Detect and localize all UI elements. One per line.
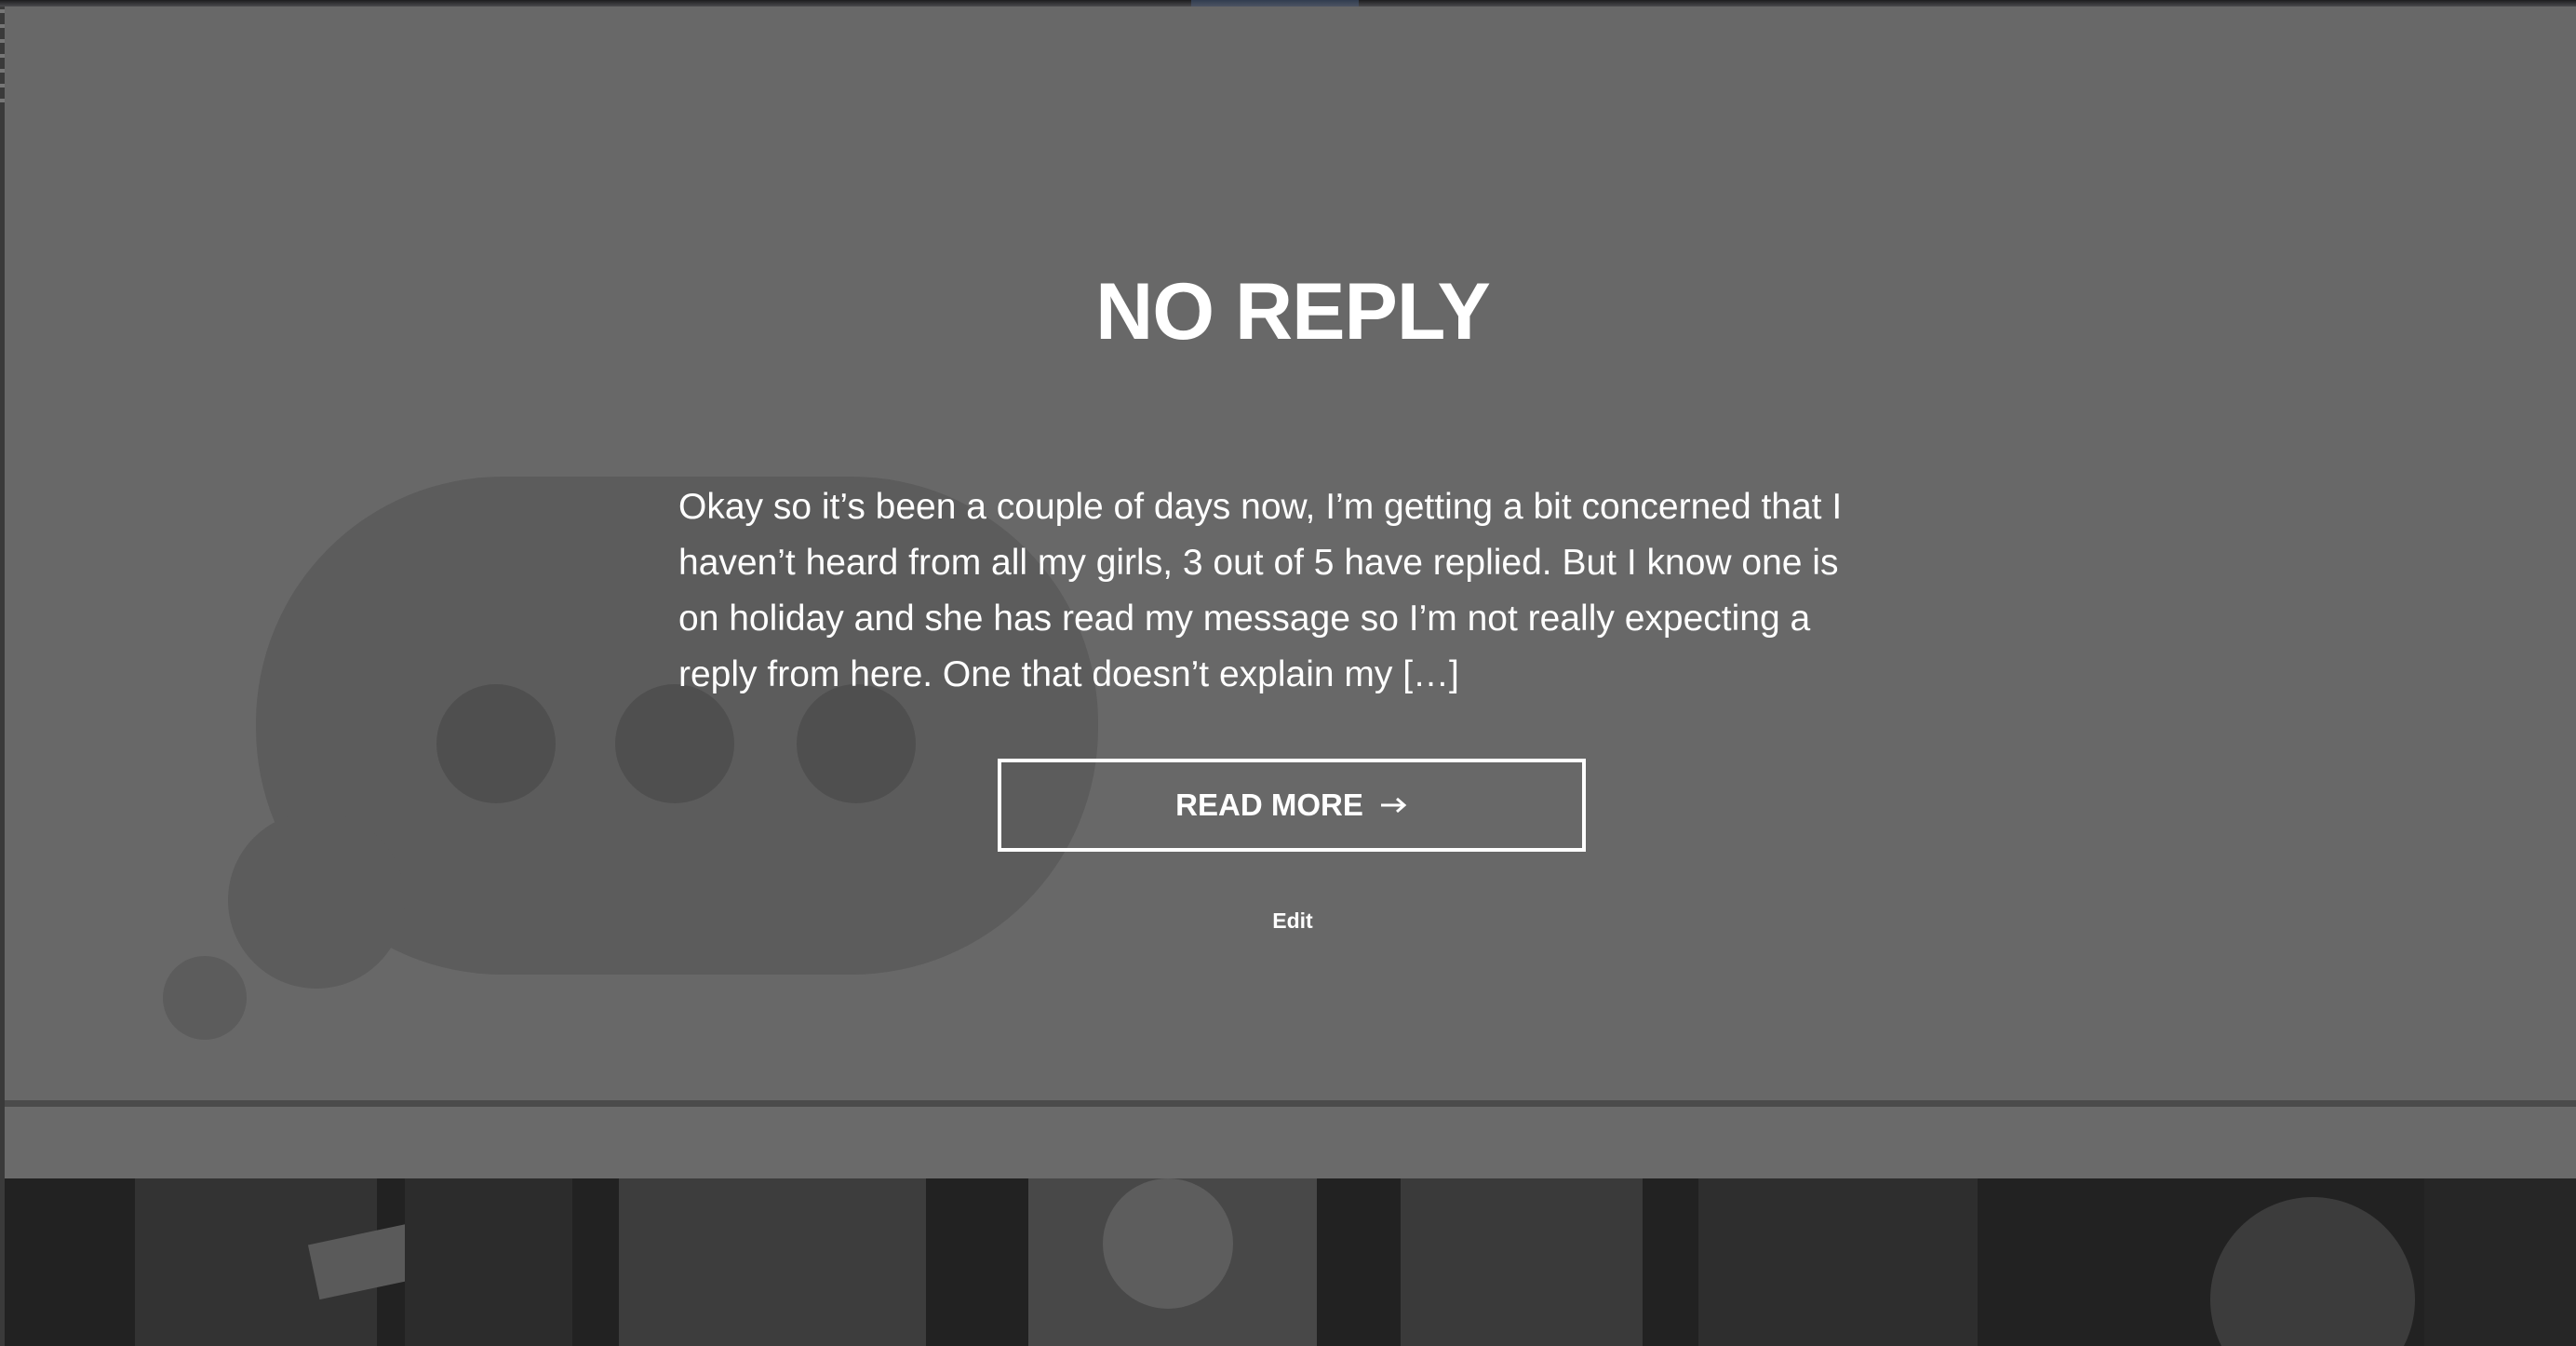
section-divider <box>5 1100 2576 1107</box>
edit-link[interactable]: Edit <box>0 909 2576 934</box>
window-top-edge <box>0 0 2576 7</box>
section-footer-band <box>5 1107 2576 1178</box>
arrow-right-icon <box>1380 796 1408 814</box>
post-title: NO REPLY <box>1095 267 1491 357</box>
post-excerpt: Okay so it’s been a couple of days now, … <box>678 487 1843 694</box>
page: NO REPLY Okay so it’s been a couple of d… <box>0 0 2576 1346</box>
next-post-image <box>5 1178 2576 1346</box>
read-more-label: READ MORE <box>1175 787 1363 822</box>
read-more-button[interactable]: READ MORE <box>998 759 1586 852</box>
